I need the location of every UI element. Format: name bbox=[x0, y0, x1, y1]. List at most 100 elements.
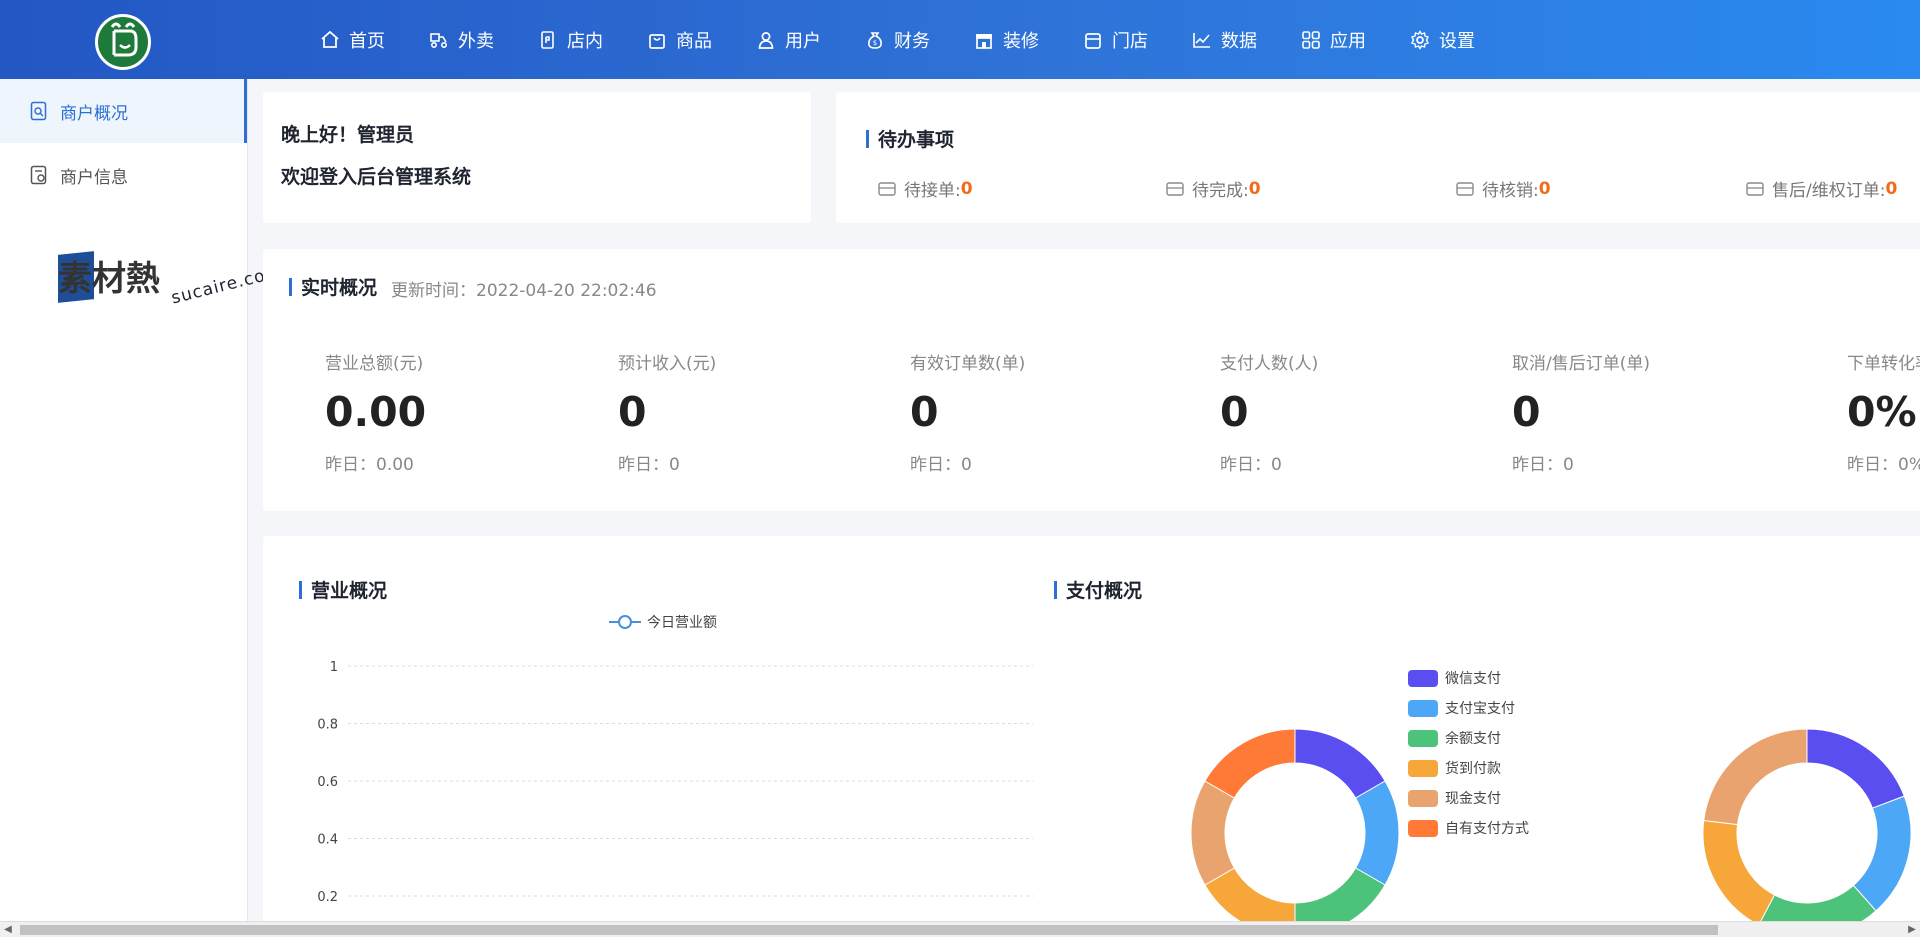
legend-item[interactable]: 现金支付 bbox=[1408, 783, 1529, 813]
y-tick-label: 0.6 bbox=[317, 775, 338, 790]
scroll-right-arrow-icon[interactable]: ▶ bbox=[1904, 922, 1920, 937]
watermark-text-cn: 素材熱 bbox=[58, 259, 160, 299]
realtime-title: 实时概况 bbox=[289, 273, 377, 300]
donut-slice[interactable] bbox=[1702, 819, 1776, 926]
nav-item-2[interactable]: 店内 bbox=[538, 27, 603, 53]
payment-legend: 微信支付支付宝支付余额支付货到付款现金支付自有支付方式 bbox=[1408, 663, 1529, 843]
metric-label: 预计收入(元) bbox=[618, 354, 717, 374]
line-chart-icon bbox=[1193, 32, 1210, 48]
metric-value: 0 bbox=[618, 388, 647, 436]
order-box-icon bbox=[1746, 181, 1764, 196]
todo-item-count: 0 bbox=[1885, 178, 1898, 199]
payment-overview-title: 支付概况 bbox=[1054, 576, 1142, 603]
document-settings-icon bbox=[30, 165, 47, 185]
nav-item-6[interactable]: 装修 bbox=[974, 27, 1039, 53]
legend-label: 现金支付 bbox=[1445, 791, 1501, 807]
nav-item-label: 应用 bbox=[1330, 30, 1366, 52]
welcome-text: 欢迎登入后台管理系统 bbox=[281, 166, 472, 188]
legend-item[interactable]: 微信支付 bbox=[1408, 663, 1529, 693]
nav-item-8[interactable]: 数据 bbox=[1192, 27, 1257, 53]
horizontal-scrollbar[interactable]: ◀ ▶ bbox=[0, 921, 1920, 937]
legend-swatch bbox=[1408, 699, 1438, 717]
todo-item-label: 售后/维权订单: bbox=[1772, 181, 1886, 201]
nav-item-label: 外卖 bbox=[458, 30, 494, 52]
dine-in-icon bbox=[541, 30, 554, 49]
todo-item[interactable]: 待核销: 0 bbox=[1456, 176, 1551, 201]
gear-icon bbox=[1411, 29, 1429, 50]
sidebar-item-merchant-overview[interactable]: 商户概况 bbox=[0, 79, 247, 143]
metric-value: 0 bbox=[910, 388, 939, 436]
metric-yesterday: 昨日：0 bbox=[618, 455, 680, 475]
donut-slice[interactable] bbox=[1190, 780, 1236, 886]
metric-label: 下单转化率 bbox=[1847, 354, 1920, 374]
legend-item[interactable]: 支付宝支付 bbox=[1408, 693, 1529, 723]
svg-text:$: $ bbox=[873, 39, 877, 47]
donut-slice[interactable] bbox=[1204, 728, 1296, 799]
legend-swatch bbox=[1408, 789, 1438, 807]
nav-item-0[interactable]: 首页 bbox=[320, 27, 385, 53]
line-chart-legend[interactable]: 今日营业额 bbox=[609, 612, 717, 632]
todo-item[interactable]: 售后/维权订单: 0 bbox=[1746, 176, 1897, 201]
document-search-icon bbox=[30, 101, 47, 121]
donut-slice[interactable] bbox=[1294, 728, 1386, 799]
realtime-overview-card: 实时概况 更新时间：2022-04-20 22:02:46 营业总额(元) 0.0… bbox=[263, 249, 1920, 511]
legend-label: 支付宝支付 bbox=[1445, 701, 1515, 717]
scroll-left-arrow-icon[interactable]: ◀ bbox=[0, 922, 16, 937]
nav-item-label: 数据 bbox=[1221, 30, 1257, 52]
nav-item-7[interactable]: 门店 bbox=[1083, 27, 1148, 53]
brand-logo[interactable] bbox=[95, 14, 151, 70]
metric-block: 取消/售后订单(单) 0 昨日：0 bbox=[1512, 349, 1650, 475]
nav-item-4[interactable]: 用户 bbox=[756, 27, 821, 53]
legend-label: 自有支付方式 bbox=[1445, 821, 1529, 837]
main-nav: 首页 外卖 店内 商品 用户 $ 财务 装修 门店 数据 应用 设置 bbox=[320, 0, 1519, 79]
donut-slice[interactable] bbox=[1703, 728, 1808, 826]
nav-item-1[interactable]: 外卖 bbox=[429, 27, 494, 53]
legend-item[interactable]: 货到付款 bbox=[1408, 753, 1529, 783]
metric-block: 预计收入(元) 0 昨日：0 bbox=[618, 349, 716, 475]
nav-item-5[interactable]: $ 财务 bbox=[865, 27, 930, 53]
nav-item-label: 设置 bbox=[1439, 30, 1475, 52]
legend-label: 余额支付 bbox=[1445, 731, 1501, 747]
storefront-icon bbox=[976, 33, 992, 49]
legend-swatch bbox=[1408, 819, 1438, 837]
metric-yesterday: 昨日：0% bbox=[1847, 455, 1920, 475]
y-tick-label: 1 bbox=[330, 660, 338, 675]
nav-item-9[interactable]: 应用 bbox=[1301, 27, 1366, 53]
nav-item-label: 装修 bbox=[1003, 30, 1039, 52]
donut-slice[interactable] bbox=[1806, 728, 1905, 809]
nav-item-label: 用户 bbox=[785, 30, 821, 52]
metric-value: 0 bbox=[1220, 388, 1249, 436]
bag-icon bbox=[649, 33, 665, 49]
todo-item-label: 待接单: bbox=[904, 181, 961, 201]
legend-label: 货到付款 bbox=[1445, 761, 1501, 777]
shop-icon bbox=[1085, 32, 1101, 49]
todo-item-count: 0 bbox=[1538, 178, 1551, 199]
business-line-chart: 1 0.8 0.6 0.4 0.2 bbox=[317, 660, 1033, 905]
metric-yesterday: 昨日：0 bbox=[1220, 455, 1282, 475]
top-navbar: 首页 外卖 店内 商品 用户 $ 财务 装修 门店 数据 应用 设置 bbox=[0, 0, 1920, 79]
order-box-icon bbox=[1166, 181, 1184, 196]
nav-item-label: 店内 bbox=[567, 30, 603, 52]
y-tick-label: 0.4 bbox=[317, 833, 338, 848]
scrollbar-thumb[interactable] bbox=[20, 925, 1718, 935]
nav-item-10[interactable]: 设置 bbox=[1410, 27, 1475, 53]
legend-item[interactable]: 自有支付方式 bbox=[1408, 813, 1529, 843]
donut-slice[interactable] bbox=[1354, 780, 1400, 886]
legend-item[interactable]: 余额支付 bbox=[1408, 723, 1529, 753]
delivery-icon bbox=[430, 32, 448, 48]
metric-block: 支付人数(人) 0 昨日：0 bbox=[1220, 349, 1318, 475]
todo-item[interactable]: 待完成: 0 bbox=[1166, 176, 1261, 201]
todo-item[interactable]: 待接单: 0 bbox=[878, 176, 973, 201]
y-tick-label: 0.8 bbox=[317, 718, 338, 733]
user-icon bbox=[758, 31, 774, 49]
legend-swatch bbox=[1408, 729, 1438, 747]
payment-donut-chart-2 bbox=[1702, 728, 1912, 928]
business-overview-title: 营业概况 bbox=[299, 576, 387, 603]
nav-item-3[interactable]: 商品 bbox=[647, 27, 712, 53]
legend-line-marker-icon bbox=[609, 615, 641, 629]
sidebar-item-merchant-info[interactable]: 商户信息 bbox=[0, 143, 247, 207]
metric-label: 有效订单数(单) bbox=[910, 354, 1026, 374]
todo-item-count: 0 bbox=[1248, 178, 1261, 199]
donut-slice[interactable] bbox=[1294, 867, 1386, 928]
donut-slice[interactable] bbox=[1852, 795, 1912, 912]
